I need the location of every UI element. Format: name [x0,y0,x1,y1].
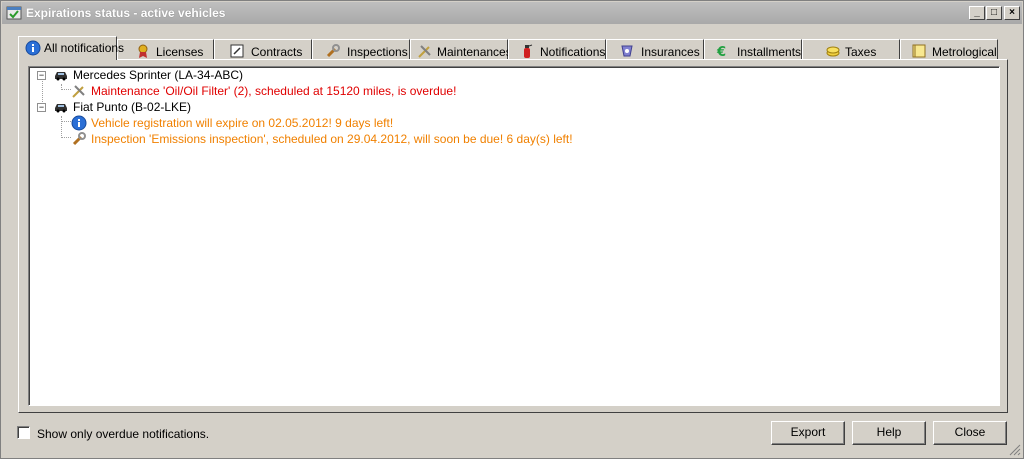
tab-label: Taxes [845,45,877,59]
notification-text: Maintenance 'Oil/Oil Filter' (2), schedu… [91,84,457,98]
help-button[interactable]: Help [852,421,926,445]
notification-text: Vehicle registration will expire on 02.0… [91,116,394,130]
tree-node-vehicle[interactable]: − Fiat Punto (B-02-LKE) [33,99,433,115]
tab-label: Maintenances [437,45,512,59]
overdue-only-checkbox[interactable] [17,426,30,439]
svg-text:€: € [716,45,726,59]
wrench-icon [326,44,340,58]
info-icon [25,40,41,56]
collapse-icon[interactable]: − [37,103,46,112]
tree-node-notification[interactable]: Maintenance 'Oil/Oil Filter' (2), schedu… [69,83,489,99]
minimize-button[interactable]: _ [969,6,985,20]
collapse-icon[interactable]: − [37,71,46,80]
title-bar[interactable]: Expirations status - active vehicles _ □… [2,2,1022,24]
tab-notifications[interactable]: Notifications [508,39,606,60]
car-icon [55,72,67,81]
vehicle-name: Fiat Punto (B-02-LKE) [73,100,192,114]
tree-line [61,116,62,138]
tab-panel: − Mercedes Sprinter (LA-34-ABC) Maintena… [18,59,1008,413]
coins-icon [826,46,840,57]
tab-metrological[interactable]: Metrological [900,39,998,60]
euro-icon: € [716,45,726,59]
window-title: Expirations status - active vehicles [26,6,226,20]
tools-icon [72,85,85,98]
maximize-button[interactable]: □ [986,6,1002,20]
tab-installments[interactable]: € Installments [704,39,802,60]
contract-icon [230,44,244,58]
notification-text: Inspection 'Emissions inspection', sched… [91,132,573,146]
info-icon [71,115,87,131]
expirations-window: Expirations status - active vehicles _ □… [0,0,1024,459]
tab-label: All notifications [44,41,125,55]
tab-label: Licenses [156,45,204,59]
insurance-icon [621,45,633,57]
close-window-button[interactable]: × [1004,6,1020,20]
notifications-tree[interactable]: − Mercedes Sprinter (LA-34-ABC) Maintena… [28,66,1000,406]
wrench-icon [72,132,86,146]
tab-taxes[interactable]: Taxes [802,39,900,60]
resize-grip-icon[interactable] [1009,444,1021,456]
export-button[interactable]: Export [771,421,845,445]
tab-licenses[interactable]: Licenses [117,39,214,60]
tree-node-notification[interactable]: Inspection 'Emissions inspection', sched… [69,131,589,147]
tab-label: Installments [737,45,802,59]
tab-insurances[interactable]: Insurances [606,39,704,60]
vehicle-name: Mercedes Sprinter (LA-34-ABC) [73,68,244,82]
tab-label: Insurances [641,45,700,59]
tab-label: Inspections [347,45,408,59]
tab-inspections[interactable]: Inspections [312,39,410,60]
tab-contracts[interactable]: Contracts [214,39,312,60]
car-icon [55,104,67,113]
app-icon [6,6,22,20]
tab-label: Contracts [251,45,303,59]
tab-maintenances[interactable]: Maintenances [410,39,512,60]
tree-node-vehicle[interactable]: − Mercedes Sprinter (LA-34-ABC) [33,67,433,83]
tree-node-notification[interactable]: Vehicle registration will expire on 02.0… [69,115,489,131]
close-button[interactable]: Close [933,421,1007,445]
tab-label: Notifications [540,45,606,59]
tools-icon [418,45,431,58]
fire-extinguisher-icon [524,44,533,58]
license-icon [138,44,148,58]
tab-all-notifications[interactable]: All notifications [18,36,124,60]
tab-label: Metrological [932,45,997,59]
overdue-only-label[interactable]: Show only overdue notifications. [37,427,209,441]
note-icon [912,44,926,58]
